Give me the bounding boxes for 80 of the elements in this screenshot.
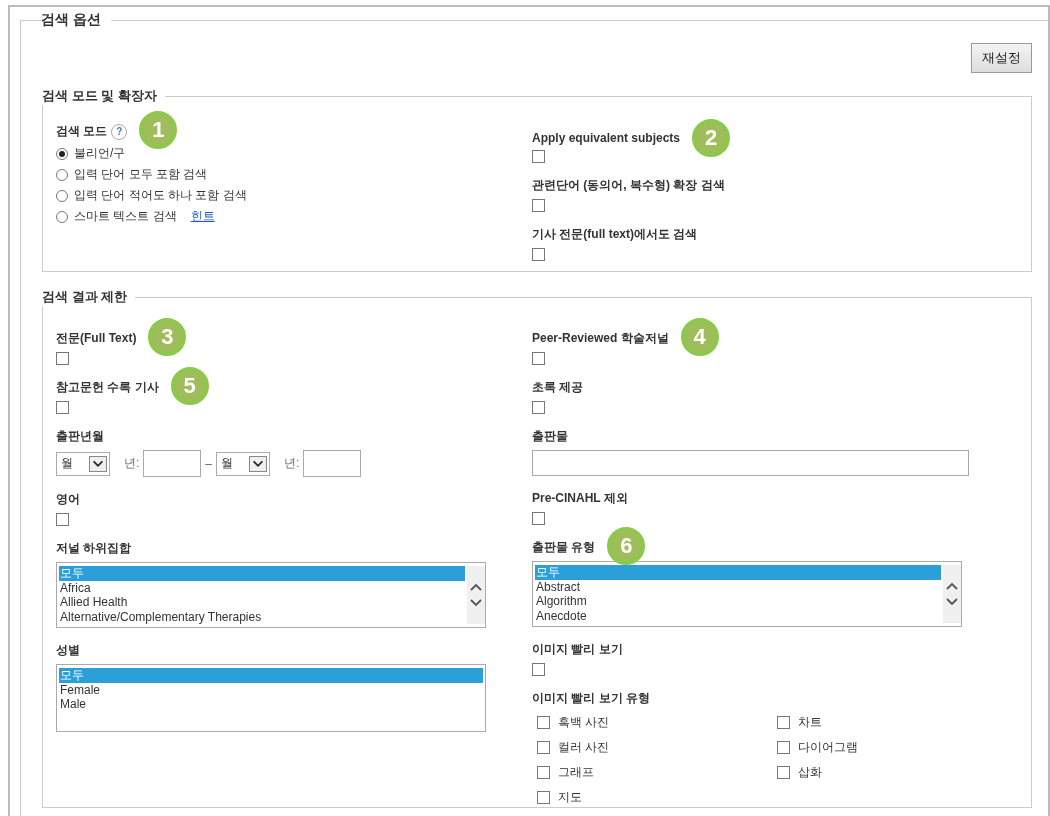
field-label: 관련단어 (동의어, 복수형) 확장 검색 [532,177,725,194]
field-label: 초록 제공 [532,379,584,396]
checkbox[interactable] [532,248,545,261]
radio-label: 불리언/구 [74,145,126,162]
checkbox[interactable] [537,716,550,729]
list-option[interactable]: Algorithm [535,594,941,609]
reset-button[interactable]: 재설정 [971,43,1032,73]
checkbox[interactable] [56,401,69,414]
list-option[interactable]: Alternative/Complementary Therapies [59,609,465,624]
list-option[interactable]: Male [59,697,483,712]
year-field[interactable] [143,450,202,477]
radio-label: 스마트 텍스트 검색 [74,208,177,225]
checkbox[interactable] [537,766,550,779]
checkbox[interactable] [532,512,545,525]
radio-button[interactable] [56,168,68,181]
checkbox[interactable] [56,352,69,365]
list-box[interactable]: 모두 Female Male [56,664,486,732]
checkbox[interactable] [532,401,545,414]
month-select[interactable]: 월 [56,451,110,476]
step-number-badge: 4 [680,318,719,356]
section-title: 검색 결과 제한 [42,288,129,306]
field-label: 출판물 [532,428,568,445]
panel-title: 검색 옵션 [41,11,102,29]
checkbox-label: 컬러 사진 [558,739,610,756]
section-title: 검색 모드 및 확장자 [42,87,158,105]
dropdown-chevron-icon[interactable] [249,455,268,472]
field-label: 검색 모드 [56,123,108,140]
radio-label: 입력 단어 모두 포함 검색 [74,166,208,183]
year-label: 년: [284,455,300,472]
field-label: 출판년월 [56,428,104,445]
checkbox[interactable] [777,766,790,779]
field-label: 영어 [56,491,80,508]
checkbox[interactable] [777,716,790,729]
dropdown-chevron-icon[interactable] [89,455,107,472]
checkbox[interactable] [532,663,545,676]
list-option[interactable]: Africa [59,580,465,595]
field-label: 성별 [56,642,80,659]
checkbox[interactable] [777,741,790,754]
scroll-up-icon[interactable] [470,583,482,591]
checkbox[interactable] [56,513,69,526]
checkbox[interactable] [532,199,545,212]
step-number-badge: 6 [607,527,646,565]
radio-button[interactable] [56,147,68,160]
checkbox-label: 흑백 사진 [558,714,610,731]
hint-link[interactable]: 힌트 [190,208,215,225]
radio-label: 입력 단어 적어도 하나 포함 검색 [74,187,247,204]
list-box[interactable]: 모두 Abstract Algorithm Anecdote [532,561,962,627]
field-label: 이미지 빨리 보기 [532,641,623,658]
checkbox[interactable] [537,791,550,804]
scroll-down-icon[interactable] [470,599,482,607]
step-number-badge: 2 [692,119,731,157]
year-field[interactable] [303,450,362,477]
list-option[interactable]: Allied Health [59,595,465,610]
list-option[interactable]: Female [59,682,483,697]
checkbox[interactable] [532,352,545,365]
checkbox-label: 지도 [558,789,582,806]
checkbox-label: 차트 [798,714,822,731]
range-dash: – [205,456,213,471]
list-option[interactable]: Abstract [535,579,941,594]
checkbox-label: 그래프 [558,764,594,781]
step-number-badge: 1 [139,111,178,149]
checkbox-label: 다이어그램 [798,739,858,756]
list-box[interactable]: 모두 Africa Allied Health Alternative/Complementary Therapies [56,562,486,628]
field-label: 이미지 빨리 보기 유형 [532,690,650,707]
step-number-badge: 3 [148,318,187,356]
radio-button[interactable] [56,189,68,202]
publication-field[interactable] [532,450,969,476]
step-number-badge: 5 [170,367,209,405]
year-label: 년: [124,455,140,472]
checkbox-label: 삽화 [798,764,822,781]
scroll-up-icon[interactable] [946,582,958,590]
list-option[interactable]: Anecdote [535,608,941,623]
radio-button[interactable] [56,210,68,223]
checkbox[interactable] [537,741,550,754]
field-label: Pre-CINAHL 제외 [532,490,628,507]
field-label: 저널 하위집합 [56,540,132,557]
scroll-down-icon[interactable] [946,598,958,606]
field-label: 기사 전문(full text)에서도 검색 [532,226,698,243]
month-select[interactable]: 월 [216,451,271,476]
checkbox[interactable] [532,150,545,163]
